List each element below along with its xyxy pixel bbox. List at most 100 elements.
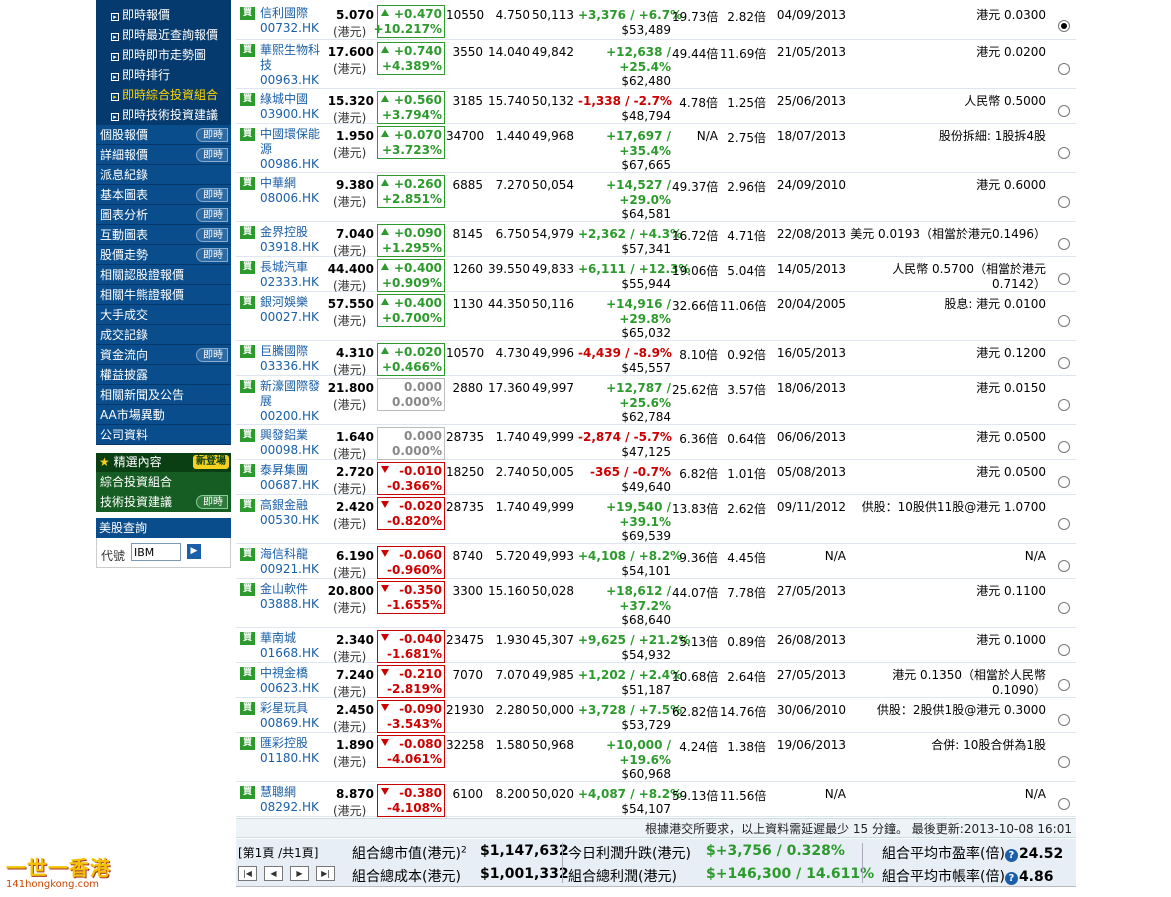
select-radio[interactable] (1058, 238, 1070, 250)
stock-name-link[interactable]: 新濠國際發展 (260, 379, 324, 409)
select-radio[interactable] (1058, 756, 1070, 768)
buy-button[interactable]: 買 (240, 296, 255, 309)
stock-code-link[interactable]: 08006.HK (260, 191, 319, 205)
select-radio[interactable] (1058, 602, 1070, 614)
stock-nav-item[interactable]: 股價走勢 即時 (96, 245, 231, 265)
stock-nav-item[interactable]: 資金流向 即時 (96, 345, 231, 365)
featured-item[interactable]: 綜合投資組合 (96, 472, 231, 492)
buy-button[interactable]: 買 (240, 93, 255, 106)
realtime-menu-item[interactable]: ▸ 即時即市走勢圖 (96, 45, 231, 65)
stock-name-link[interactable]: 高銀金融 (260, 498, 324, 513)
buy-button[interactable]: 買 (240, 702, 255, 715)
buy-button[interactable]: 買 (240, 499, 255, 512)
buy-button[interactable]: 買 (240, 177, 255, 190)
select-radio[interactable] (1058, 399, 1070, 411)
select-radio[interactable] (1058, 105, 1070, 117)
select-radio[interactable] (1058, 357, 1070, 369)
stock-code-link[interactable]: 00986.HK (260, 157, 319, 171)
help-icon[interactable]: ? (1004, 872, 1018, 885)
us-code-input[interactable] (131, 543, 181, 561)
realtime-menu-item[interactable]: ▸ 即時排行 (96, 65, 231, 85)
select-radio[interactable] (1058, 63, 1070, 75)
stock-code-link[interactable]: 00687.HK (260, 478, 319, 492)
select-radio[interactable] (1058, 315, 1070, 327)
stock-nav-item[interactable]: 個股報價 即時 (96, 125, 231, 145)
stock-code-link[interactable]: 03900.HK (260, 107, 319, 121)
stock-name-link[interactable]: 慧聰網 (260, 785, 324, 800)
buy-button[interactable]: 買 (240, 44, 255, 57)
stock-code-link[interactable]: 00098.HK (260, 443, 319, 457)
select-radio[interactable] (1058, 196, 1070, 208)
first-page-icon[interactable]: |◀ (238, 866, 257, 881)
realtime-menu-item[interactable]: ▸ 即時技術投資建議 (96, 105, 231, 125)
stock-name-link[interactable]: 金界控股 (260, 225, 324, 240)
stock-name-link[interactable]: 華南城 (260, 631, 324, 646)
select-radio[interactable] (1058, 798, 1070, 810)
go-arrow-icon[interactable]: ▶ (187, 544, 201, 559)
realtime-menu-item[interactable]: ▸ 即時綜合投資組合 (96, 85, 231, 105)
stock-code-link[interactable]: 01180.HK (260, 751, 319, 765)
realtime-menu-item[interactable]: ▸ 即時最近查詢報價 (96, 25, 231, 45)
select-radio[interactable] (1058, 476, 1070, 488)
stock-code-link[interactable]: 00732.HK (260, 21, 319, 35)
stock-name-link[interactable]: 泰昇集團 (260, 463, 324, 478)
realtime-menu-item[interactable]: ▸ 即時報價 (96, 5, 231, 25)
stock-name-link[interactable]: 中視金橋 (260, 666, 324, 681)
buy-button[interactable]: 買 (240, 632, 255, 645)
select-radio[interactable] (1058, 714, 1070, 726)
buy-button[interactable]: 買 (240, 464, 255, 477)
select-radio[interactable] (1058, 441, 1070, 453)
stock-code-link[interactable]: 08292.HK (260, 800, 319, 814)
stock-name-link[interactable]: 銀河娛樂 (260, 295, 324, 310)
help-icon[interactable]: ? (1004, 849, 1018, 862)
stock-nav-item[interactable]: AA市場異動 (96, 405, 231, 425)
stock-nav-item[interactable]: 相關認股證報價 (96, 265, 231, 285)
stock-name-link[interactable]: 巨騰國際 (260, 344, 324, 359)
stock-name-link[interactable]: 中華網 (260, 176, 324, 191)
buy-button[interactable]: 買 (240, 667, 255, 680)
stock-code-link[interactable]: 00027.HK (260, 310, 319, 324)
stock-code-link[interactable]: 00530.HK (260, 513, 319, 527)
stock-nav-item[interactable]: 權益披露 (96, 365, 231, 385)
stock-nav-item[interactable]: 相關牛熊證報價 (96, 285, 231, 305)
stock-name-link[interactable]: 長城汽車 (260, 260, 324, 275)
buy-button[interactable]: 買 (240, 583, 255, 596)
stock-nav-item[interactable]: 相關新聞及公告 (96, 385, 231, 405)
stock-code-link[interactable]: 01668.HK (260, 646, 319, 660)
next-page-icon[interactable]: ▶ (290, 866, 309, 881)
stock-name-link[interactable]: 金山軟件 (260, 582, 324, 597)
stock-name-link[interactable]: 彩星玩具 (260, 701, 324, 716)
select-radio[interactable] (1058, 518, 1070, 530)
stock-nav-item[interactable]: 派息紀錄 (96, 165, 231, 185)
stock-code-link[interactable]: 00200.HK (260, 409, 319, 423)
buy-button[interactable]: 買 (240, 548, 255, 561)
select-radio[interactable] (1058, 147, 1070, 159)
featured-item[interactable]: 技術投資建議 即時 (96, 492, 231, 512)
select-radio[interactable] (1058, 20, 1070, 32)
stock-nav-item[interactable]: 詳細報價 即時 (96, 145, 231, 165)
stock-code-link[interactable]: 00869.HK (260, 716, 319, 730)
buy-button[interactable]: 買 (240, 128, 255, 141)
buy-button[interactable]: 買 (240, 737, 255, 750)
buy-button[interactable]: 買 (240, 261, 255, 274)
stock-name-link[interactable]: 信利國際 (260, 6, 324, 21)
buy-button[interactable]: 買 (240, 7, 255, 20)
stock-code-link[interactable]: 00963.HK (260, 73, 319, 87)
buy-button[interactable]: 買 (240, 429, 255, 442)
stock-nav-item[interactable]: 基本圖表 即時 (96, 185, 231, 205)
stock-name-link[interactable]: 海信科龍 (260, 547, 324, 562)
stock-code-link[interactable]: 00921.HK (260, 562, 319, 576)
prev-page-icon[interactable]: ◀ (264, 866, 283, 881)
stock-code-link[interactable]: 03336.HK (260, 359, 319, 373)
stock-nav-item[interactable]: 公司資料 (96, 425, 231, 445)
select-radio[interactable] (1058, 273, 1070, 285)
stock-code-link[interactable]: 03918.HK (260, 240, 319, 254)
stock-name-link[interactable]: 中國環保能源 (260, 127, 324, 157)
stock-name-link[interactable]: 綠城中國 (260, 92, 324, 107)
stock-nav-item[interactable]: 大手成交 (96, 305, 231, 325)
stock-name-link[interactable]: 匯彩控股 (260, 736, 324, 751)
buy-button[interactable]: 買 (240, 786, 255, 799)
stock-nav-item[interactable]: 成交記錄 (96, 325, 231, 345)
select-radio[interactable] (1058, 560, 1070, 572)
stock-nav-item[interactable]: 互動圖表 即時 (96, 225, 231, 245)
